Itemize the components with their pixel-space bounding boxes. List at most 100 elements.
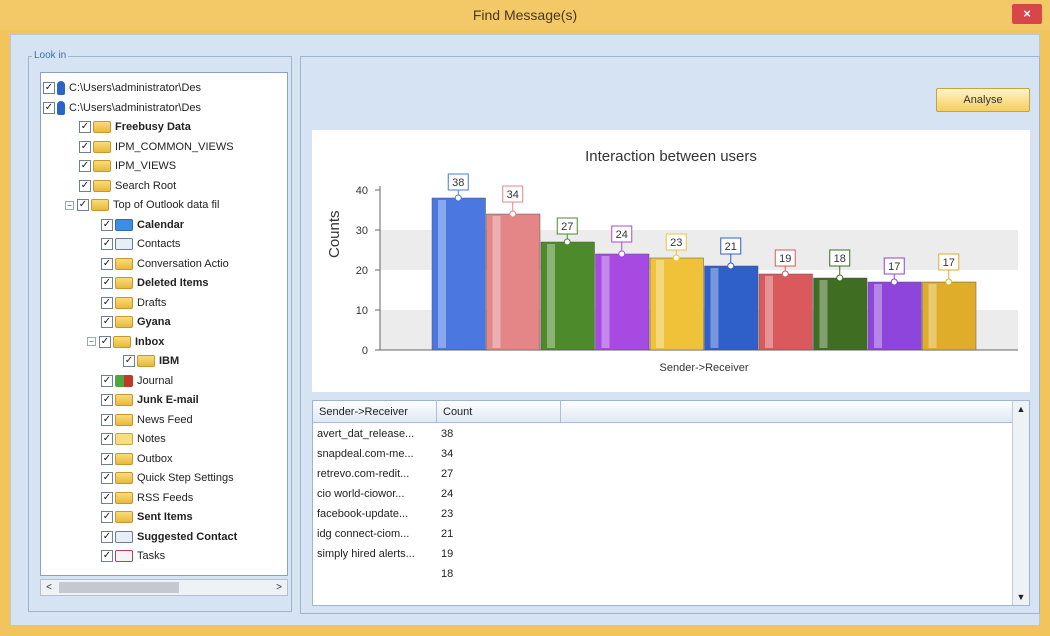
checkbox[interactable]: ✓ bbox=[99, 335, 111, 348]
data-point bbox=[672, 254, 680, 262]
tree-item[interactable]: ✓ Junk E-mail bbox=[101, 391, 199, 410]
tree-item[interactable]: ✓ Conversation Actio bbox=[101, 255, 229, 274]
data-label: 27 bbox=[561, 221, 573, 233]
contacts-icon bbox=[115, 238, 133, 251]
checkbox[interactable]: ✓ bbox=[101, 277, 113, 290]
tree-item[interactable]: − ✓ Top of Outlook data fil bbox=[65, 196, 219, 215]
scroll-left-icon[interactable]: < bbox=[41, 580, 57, 595]
checkbox[interactable]: ✓ bbox=[101, 433, 113, 446]
table-row[interactable]: facebook-update... 23 bbox=[313, 505, 1013, 524]
tree-horizontal-scrollbar[interactable]: < > bbox=[40, 579, 288, 596]
tree-item[interactable]: ✓ News Feed bbox=[101, 411, 193, 430]
tree-item[interactable]: ✓ Gyana bbox=[101, 313, 171, 332]
tree-item[interactable]: ✓ RSS Feeds bbox=[101, 489, 193, 508]
checkbox[interactable]: ✓ bbox=[101, 511, 113, 524]
checkbox[interactable]: ✓ bbox=[101, 491, 113, 504]
tree-item[interactable]: ✓ Suggested Contact bbox=[101, 528, 237, 547]
checkbox[interactable]: ✓ bbox=[101, 218, 113, 231]
tree-item[interactable]: ✓ IPM_COMMON_VIEWS bbox=[79, 138, 234, 157]
checkbox[interactable]: ✓ bbox=[79, 140, 91, 153]
checkbox[interactable]: ✓ bbox=[79, 179, 91, 192]
checkbox[interactable]: ✓ bbox=[101, 530, 113, 543]
column-header-count[interactable]: Count bbox=[437, 401, 561, 423]
tree-item[interactable]: ✓ IPM_VIEWS bbox=[79, 157, 176, 176]
bar-highlight bbox=[438, 200, 446, 348]
folder-icon bbox=[137, 355, 155, 368]
folder-icon bbox=[93, 121, 111, 134]
cell-count: 18 bbox=[441, 568, 454, 580]
checkbox[interactable]: ✓ bbox=[101, 316, 113, 329]
cell-count: 24 bbox=[441, 488, 454, 500]
tree-item[interactable]: ✓ Deleted Items bbox=[101, 274, 209, 293]
data-label: 21 bbox=[725, 241, 737, 253]
tree-item[interactable]: ✓ Freebusy Data bbox=[79, 118, 191, 137]
tree-item[interactable]: − ✓ Inbox bbox=[87, 333, 164, 352]
checkbox[interactable]: ✓ bbox=[101, 394, 113, 407]
tree-item[interactable]: ✓ Contacts bbox=[101, 235, 180, 254]
tree-item[interactable]: ✓ IBM bbox=[123, 352, 179, 371]
tree-item[interactable]: +✓C:\Users\administrator\Des bbox=[41, 79, 201, 98]
window-title: Find Message(s) bbox=[472, 7, 578, 23]
analyse-button[interactable]: Analyse bbox=[936, 88, 1030, 112]
data-label: 23 bbox=[670, 237, 682, 249]
tree-item[interactable]: −✓C:\Users\administrator\Des bbox=[41, 99, 201, 118]
table-vertical-scrollbar[interactable]: ▲ ▼ bbox=[1012, 401, 1029, 605]
tree-item-label: Outbox bbox=[137, 452, 173, 465]
folder-icon bbox=[115, 277, 133, 290]
checkbox[interactable]: ✓ bbox=[101, 472, 113, 485]
data-point bbox=[781, 270, 789, 278]
checkbox[interactable]: ✓ bbox=[79, 160, 91, 173]
cell-count: 19 bbox=[441, 548, 454, 560]
scroll-right-icon[interactable]: > bbox=[271, 580, 287, 595]
table-row[interactable]: idg connect-ciom... 21 bbox=[313, 525, 1013, 544]
checkbox[interactable]: ✓ bbox=[43, 101, 55, 114]
checkbox[interactable]: ✓ bbox=[101, 374, 113, 387]
tasks-icon bbox=[115, 550, 133, 563]
checkbox[interactable]: ✓ bbox=[101, 413, 113, 426]
tree-item[interactable]: ✓ Journal bbox=[101, 372, 173, 391]
scroll-thumb[interactable] bbox=[59, 582, 179, 593]
data-label: 38 bbox=[452, 177, 464, 189]
cell-count: 38 bbox=[441, 428, 454, 440]
checkbox[interactable]: ✓ bbox=[101, 550, 113, 563]
tree-item[interactable]: ✓ Search Root bbox=[79, 177, 176, 196]
checkbox[interactable]: ✓ bbox=[101, 296, 113, 309]
tree-item-label: Drafts bbox=[137, 296, 167, 309]
tree-item[interactable]: ✓ Calendar bbox=[101, 216, 184, 235]
calendar-icon bbox=[115, 218, 133, 231]
tree-item[interactable]: ✓ Sent Items bbox=[101, 508, 193, 527]
table-row[interactable]: retrevo.com-redit... 27 bbox=[313, 465, 1013, 484]
tree-item[interactable]: ✓ Tasks bbox=[101, 547, 165, 566]
folder-icon bbox=[115, 452, 133, 465]
tree-item[interactable]: ✓ Quick Step Settings bbox=[101, 469, 234, 488]
table-row[interactable]: cio world-ciowor... 24 bbox=[313, 485, 1013, 504]
tree-item[interactable]: ✓ Outbox bbox=[101, 450, 172, 469]
scroll-up-icon[interactable]: ▲ bbox=[1013, 401, 1029, 417]
folder-tree[interactable]: +✓C:\Users\administrator\Des−✓C:\Users\a… bbox=[40, 72, 288, 576]
close-button[interactable]: × bbox=[1012, 4, 1042, 24]
tree-item[interactable]: ✓ Notes bbox=[101, 430, 166, 449]
tree-item-label: Deleted Items bbox=[137, 277, 209, 289]
checkbox[interactable]: ✓ bbox=[101, 238, 113, 251]
table-header: Sender->Receiver Count bbox=[313, 401, 1029, 423]
checkbox[interactable]: ✓ bbox=[101, 452, 113, 465]
table-row[interactable]: 18 bbox=[313, 565, 1013, 584]
results-table: Sender->Receiver Count avert_dat_release… bbox=[312, 400, 1030, 606]
bar-highlight bbox=[819, 280, 828, 348]
table-row[interactable]: simply hired alerts... 19 bbox=[313, 545, 1013, 564]
collapse-icon[interactable]: − bbox=[87, 337, 96, 347]
table-row[interactable]: avert_dat_release... 38 bbox=[313, 425, 1013, 444]
table-row[interactable]: snapdeal.com-me... 34 bbox=[313, 445, 1013, 464]
checkbox[interactable]: ✓ bbox=[43, 82, 55, 95]
cell-count: 23 bbox=[441, 508, 454, 520]
column-header-sender-receiver[interactable]: Sender->Receiver bbox=[313, 401, 437, 423]
collapse-icon[interactable]: − bbox=[65, 200, 74, 210]
checkbox[interactable]: ✓ bbox=[123, 355, 135, 368]
scroll-down-icon[interactable]: ▼ bbox=[1013, 589, 1029, 605]
bar-highlight bbox=[928, 284, 937, 348]
checkbox[interactable]: ✓ bbox=[77, 199, 89, 212]
tree-item[interactable]: ✓ Drafts bbox=[101, 294, 166, 313]
checkbox[interactable]: ✓ bbox=[101, 257, 113, 270]
tree-item-label: Freebusy Data bbox=[115, 121, 191, 133]
checkbox[interactable]: ✓ bbox=[79, 121, 91, 134]
